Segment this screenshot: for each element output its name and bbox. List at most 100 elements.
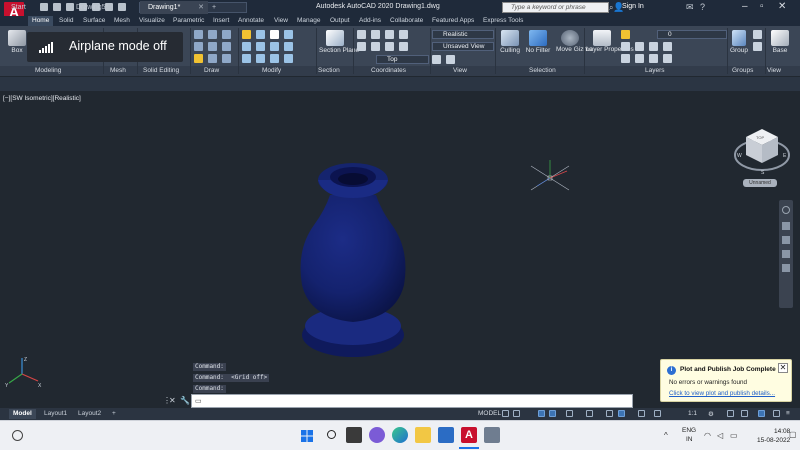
culling-button[interactable]: Culling (497, 28, 523, 66)
rotate-icon[interactable] (242, 42, 251, 51)
layer-state-icon[interactable] (621, 30, 630, 39)
photos-icon[interactable] (484, 427, 500, 443)
search-taskbar-icon[interactable] (324, 427, 340, 443)
search-input[interactable]: Type a keyword or phrase (502, 2, 609, 13)
model-space-toggle[interactable]: MODEL (478, 410, 501, 417)
otrack-icon[interactable] (586, 410, 593, 417)
layer-properties-button[interactable]: Layer Properties (586, 28, 634, 66)
tab-parametric[interactable]: Parametric (173, 16, 204, 26)
stretch-icon[interactable] (270, 54, 279, 63)
fillet-icon[interactable] (256, 42, 265, 51)
annotation-monitor-icon[interactable] (727, 410, 734, 417)
layer-lock-icon[interactable] (663, 42, 672, 51)
notification-details-link[interactable]: Click to view plot and publish details..… (669, 390, 775, 397)
mirror-icon[interactable] (256, 30, 265, 39)
customization-menu-icon[interactable]: ≡ (786, 410, 790, 417)
command-line-input[interactable]: ▭ (191, 394, 633, 408)
tab-mesh[interactable]: Mesh (114, 16, 130, 26)
polygon-icon[interactable] (222, 54, 231, 63)
panel-label-solid-editing[interactable]: Solid Editing (143, 67, 179, 76)
polyline-icon[interactable] (194, 42, 203, 51)
move-gizmo-button[interactable]: Move Gizmo (556, 28, 592, 66)
panel-label-draw[interactable]: Draw (204, 67, 219, 76)
maximize-button[interactable]: ▫ (760, 1, 764, 12)
layer-merge-icon[interactable] (663, 54, 672, 63)
tab-express-tools[interactable]: Express Tools (483, 16, 523, 26)
tray-overflow-icon[interactable]: ^ (664, 431, 668, 440)
panel-label-coordinates[interactable]: Coordinates (371, 67, 406, 76)
tab-manage[interactable]: Manage (297, 16, 321, 26)
tab-annotate[interactable]: Annotate (238, 16, 264, 26)
ellipse-icon[interactable] (222, 42, 231, 51)
panel-label-mesh[interactable]: Mesh (110, 67, 126, 76)
spline-icon[interactable] (222, 30, 231, 39)
viewcube[interactable]: W E S TOP (733, 121, 791, 179)
panel-label-section[interactable]: Section (318, 67, 340, 76)
tab-collaborate[interactable]: Collaborate (390, 16, 423, 26)
layer-off-icon[interactable] (621, 42, 630, 51)
scale-icon[interactable] (256, 54, 265, 63)
base-button[interactable]: Base (767, 28, 793, 66)
erase-icon[interactable] (284, 54, 293, 63)
ucs-view-icon[interactable] (385, 42, 394, 51)
ungroup-icon[interactable] (753, 30, 762, 39)
move-icon[interactable] (242, 30, 251, 39)
copy-icon[interactable] (242, 54, 251, 63)
notification-icon[interactable] (758, 410, 765, 417)
ucs-world-icon[interactable] (357, 42, 366, 51)
orbit-icon[interactable] (782, 250, 790, 258)
autocad-taskbar-icon[interactable]: A (461, 427, 477, 443)
new-tab-button[interactable]: + (209, 1, 223, 14)
doc-tab-drawing5[interactable]: Drawing5* (68, 1, 142, 14)
ucs-object-icon[interactable] (399, 30, 408, 39)
microsoft-store-icon[interactable] (438, 427, 454, 443)
ucs-origin-icon[interactable] (371, 30, 380, 39)
tab-home[interactable]: Home (28, 16, 54, 26)
minimize-button[interactable]: – (742, 1, 748, 12)
section-plane-button[interactable]: Section Plane (319, 28, 359, 66)
circle-icon[interactable] (194, 54, 203, 63)
layout-tab-layout2[interactable]: Layout2 (74, 409, 105, 419)
wifi-icon[interactable]: ◠ (704, 431, 711, 440)
tab-solid[interactable]: Solid (59, 16, 73, 26)
snap-icon[interactable] (513, 410, 520, 417)
windows-start-icon[interactable] (301, 430, 313, 442)
ucs-z-icon[interactable] (371, 42, 380, 51)
arc-icon[interactable] (208, 30, 217, 39)
close-button[interactable]: ✕ (778, 1, 786, 12)
explode-icon[interactable] (284, 30, 293, 39)
system-clock[interactable]: 14:08 15-08-2022 (757, 427, 790, 445)
customize-icon[interactable]: 🔧 (180, 396, 190, 405)
layer-match-icon[interactable] (621, 54, 630, 63)
task-view-icon[interactable] (346, 427, 362, 443)
offset-icon[interactable] (284, 42, 293, 51)
annotation-scale[interactable]: 1:1 (688, 410, 697, 417)
panel-label-groups[interactable]: Groups (732, 67, 753, 76)
edge-browser-icon[interactable] (392, 427, 408, 443)
ucs-3point-icon[interactable] (385, 30, 394, 39)
osnap-icon[interactable] (566, 410, 573, 417)
layout-tab-model[interactable]: Model (9, 409, 36, 419)
showmotion-icon[interactable] (782, 264, 790, 272)
layout-tab-layout1[interactable]: Layout1 (40, 409, 71, 419)
zoom-icon[interactable] (782, 236, 790, 244)
layer-walk-icon[interactable] (649, 54, 658, 63)
tab-featured-apps[interactable]: Featured Apps (432, 16, 474, 26)
tab-addins[interactable]: Add-ins (359, 16, 381, 26)
sign-in-link[interactable]: Sign In (622, 3, 644, 10)
exchange-icon[interactable]: ✉ (686, 2, 694, 13)
clean-screen-icon[interactable] (773, 410, 780, 417)
ucs-menu[interactable]: Unnamed (743, 179, 777, 187)
layer-freeze-icon[interactable] (649, 42, 658, 51)
steering-wheel-icon[interactable] (782, 206, 790, 214)
panel-label-view-2[interactable]: View (767, 67, 781, 76)
hatch-icon[interactable] (208, 54, 217, 63)
vase-3d-model[interactable] (290, 150, 430, 365)
selection-cycling-icon[interactable] (638, 410, 645, 417)
notification-close-button[interactable]: ✕ (778, 363, 788, 373)
grid-icon[interactable] (502, 410, 509, 417)
lineweight-icon[interactable] (606, 410, 613, 417)
file-explorer-icon[interactable] (415, 427, 431, 443)
rectangle-icon[interactable] (208, 42, 217, 51)
viewport-controls[interactable]: [−][SW Isometric][Realistic] (3, 95, 81, 102)
